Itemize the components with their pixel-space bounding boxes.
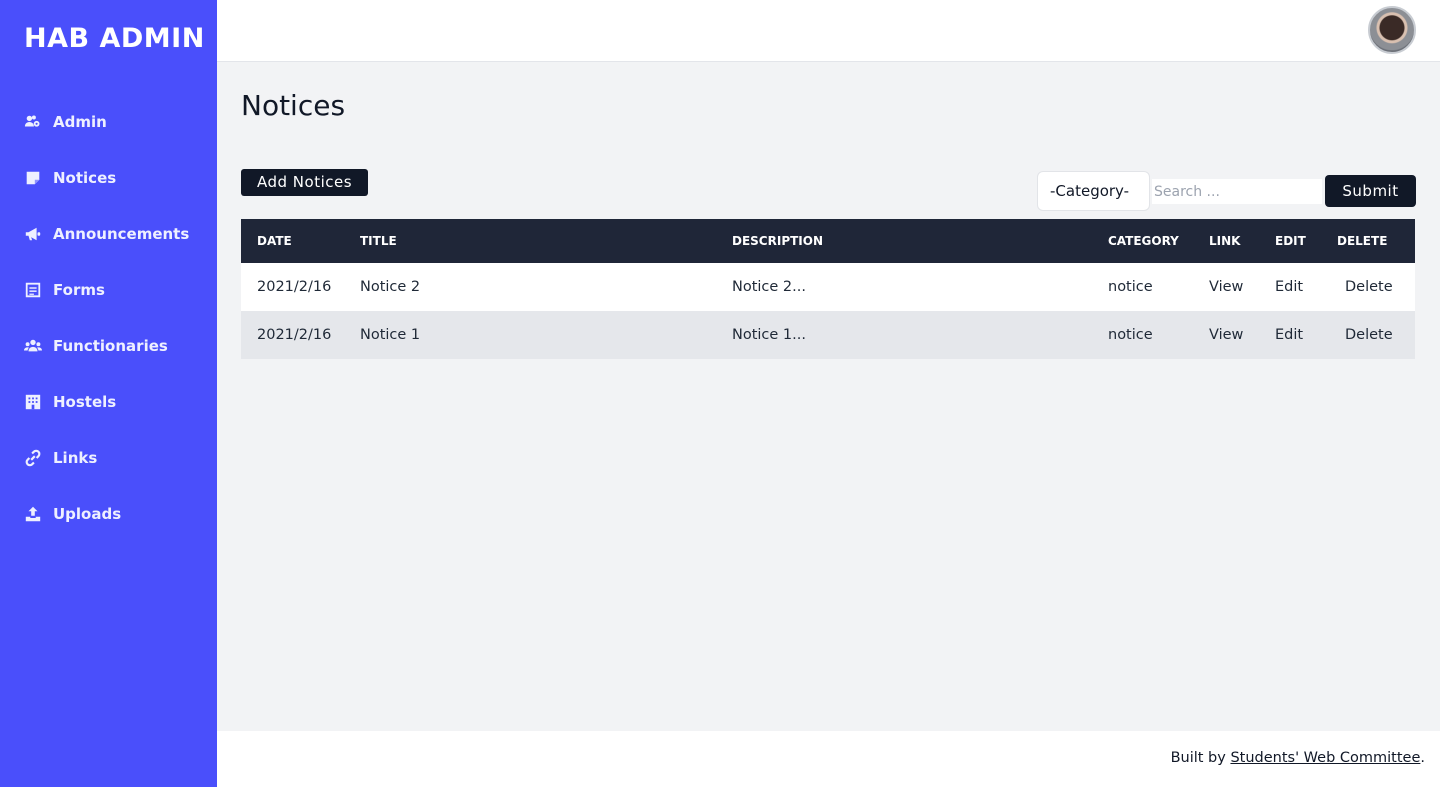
sidebar-item-label: Forms bbox=[53, 281, 105, 299]
cell-title: Notice 1 bbox=[360, 327, 421, 343]
table-header-row: DATE TITLE DESCRIPTION CATEGORY LINK EDI… bbox=[241, 219, 1415, 263]
view-link[interactable]: View bbox=[1193, 279, 1259, 295]
column-header-delete: DELETE bbox=[1337, 234, 1388, 248]
sidebar-item-functionaries[interactable]: Functionaries bbox=[0, 318, 217, 374]
user-avatar[interactable] bbox=[1368, 6, 1416, 54]
sidebar-item-forms[interactable]: Forms bbox=[0, 262, 217, 318]
submit-button[interactable]: Submit bbox=[1325, 175, 1416, 207]
sidebar-item-label: Hostels bbox=[53, 393, 117, 411]
sidebar-item-links[interactable]: Links bbox=[0, 430, 217, 486]
link-icon bbox=[23, 448, 43, 468]
sidebar-item-label: Links bbox=[53, 449, 98, 467]
add-notices-button[interactable]: Add Notices bbox=[241, 169, 369, 196]
main-content: Notices Add Notices -Category- Submit DA… bbox=[217, 63, 1440, 731]
cell-date: 2021/2/16 bbox=[257, 279, 332, 295]
footer-prefix: Built by bbox=[1170, 750, 1231, 766]
footer-suffix: . bbox=[1420, 750, 1425, 766]
column-header-description: DESCRIPTION bbox=[732, 234, 824, 248]
search-input[interactable] bbox=[1152, 179, 1322, 204]
users-cog-icon bbox=[23, 112, 43, 132]
brand-title[interactable]: HAB ADMIN bbox=[24, 23, 205, 54]
cell-category: notice bbox=[1108, 279, 1153, 295]
delete-link[interactable]: Delete bbox=[1321, 279, 1415, 295]
users-icon bbox=[23, 336, 43, 356]
sidebar-item-uploads[interactable]: Uploads bbox=[0, 486, 217, 542]
footer-credit: Built by Students' Web Committee. bbox=[1171, 750, 1425, 766]
edit-link[interactable]: Edit bbox=[1259, 327, 1321, 343]
sidebar-item-label: Uploads bbox=[53, 505, 122, 523]
cell-description: Notice 2... bbox=[732, 279, 806, 295]
sidebar-item-label: Functionaries bbox=[53, 337, 168, 355]
sticky-note-icon bbox=[23, 168, 43, 188]
upload-icon bbox=[23, 504, 43, 524]
table-row: 2021/2/16 Notice 2 Notice 2... notice Vi… bbox=[241, 263, 1415, 311]
sidebar-item-announcements[interactable]: Announcements bbox=[0, 206, 217, 262]
cell-category: notice bbox=[1108, 327, 1153, 343]
cell-date: 2021/2/16 bbox=[257, 327, 332, 343]
building-icon bbox=[23, 392, 43, 412]
sidebar-item-notices[interactable]: Notices bbox=[0, 150, 217, 206]
column-header-link: LINK bbox=[1209, 234, 1241, 248]
notices-table: DATE TITLE DESCRIPTION CATEGORY LINK EDI… bbox=[241, 219, 1415, 359]
sidebar-item-label: Notices bbox=[53, 169, 117, 187]
top-bar bbox=[217, 0, 1440, 62]
sidebar-item-admin[interactable]: Admin bbox=[0, 94, 217, 150]
footer: Built by Students' Web Committee. bbox=[217, 731, 1440, 787]
sidebar-item-label: Announcements bbox=[53, 225, 190, 243]
sidebar: HAB ADMIN Admin Notices Announcements Fo… bbox=[0, 0, 217, 787]
sidebar-nav: Admin Notices Announcements Forms Functi… bbox=[0, 94, 217, 542]
page-title: Notices bbox=[241, 89, 346, 122]
column-header-date: DATE bbox=[257, 234, 292, 248]
edit-link[interactable]: Edit bbox=[1259, 279, 1321, 295]
form-icon bbox=[23, 280, 43, 300]
cell-title: Notice 2 bbox=[360, 279, 421, 295]
column-header-category: CATEGORY bbox=[1108, 234, 1179, 248]
category-select[interactable]: -Category- bbox=[1037, 171, 1150, 211]
column-header-edit: EDIT bbox=[1275, 234, 1306, 248]
sidebar-item-label: Admin bbox=[53, 113, 107, 131]
view-link[interactable]: View bbox=[1193, 327, 1259, 343]
table-row: 2021/2/16 Notice 1 Notice 1... notice Vi… bbox=[241, 311, 1415, 359]
megaphone-icon bbox=[23, 224, 43, 244]
delete-link[interactable]: Delete bbox=[1321, 327, 1415, 343]
cell-description: Notice 1... bbox=[732, 327, 806, 343]
footer-committee-link[interactable]: Students' Web Committee bbox=[1230, 750, 1420, 766]
sidebar-item-hostels[interactable]: Hostels bbox=[0, 374, 217, 430]
column-header-title: TITLE bbox=[360, 234, 397, 248]
